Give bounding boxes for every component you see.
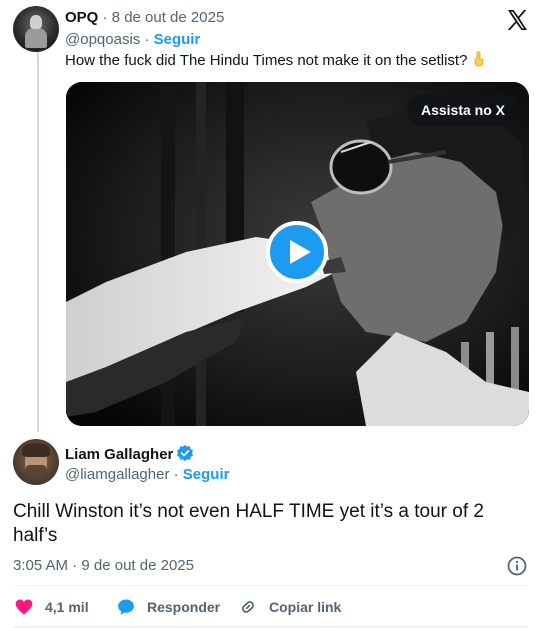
quoted-handle[interactable]: @opqoasis · (65, 31, 149, 48)
reply-label: Responder (147, 599, 221, 615)
quoted-tweet-header: OPQ · 8 de out de 2025 (65, 9, 224, 27)
like-count: 4,1 mil (45, 599, 89, 615)
reply-button[interactable]: Responder (116, 596, 220, 618)
quoted-display-name[interactable]: OPQ (65, 9, 98, 26)
reply-follow-link[interactable]: Seguir (183, 466, 230, 483)
reply-bubble-icon (118, 599, 134, 615)
reply-display-name[interactable]: Liam Gallagher (65, 446, 173, 463)
reply-handle-row: @liamgallagher · Seguir (65, 466, 229, 484)
reply-tweet-text: Chill Winston it’s not even HALF TIME ye… (13, 501, 484, 546)
actions-divider (13, 585, 528, 586)
quoted-date[interactable]: · 8 de out de 2025 (103, 9, 225, 26)
opq-avatar[interactable] (13, 6, 59, 52)
quoted-tweet-body: How the fuck did The Hindu Times not mak… (65, 52, 468, 69)
verified-badge-icon (177, 444, 194, 462)
heart-icon (15, 599, 33, 615)
watch-on-x-button[interactable]: Assista no X (406, 94, 519, 126)
x-logo-icon[interactable] (505, 8, 529, 32)
reply-name-row: Liam Gallagher (65, 444, 194, 464)
video-player[interactable]: Assista no X (66, 82, 529, 426)
pointing-down-hand-icon (475, 51, 484, 67)
copy-link-label: Copiar link (269, 599, 342, 615)
like-button[interactable]: 4,1 mil (14, 596, 89, 618)
reply-timestamp[interactable]: 3:05 AM · 9 de out de 2025 (13, 557, 194, 575)
quoted-tweet-text: How the fuck did The Hindu Times not mak… (65, 51, 487, 71)
info-icon[interactable] (506, 555, 528, 577)
quoted-handle-row: @opqoasis · Seguir (65, 31, 200, 49)
link-icon (242, 601, 254, 613)
thread-connector-line (37, 52, 39, 432)
copy-link-button[interactable]: Copiar link (238, 596, 341, 618)
liam-gallagher-avatar[interactable] (13, 439, 59, 485)
reply-handle[interactable]: @liamgallagher · (65, 466, 179, 483)
play-icon (290, 240, 311, 264)
embedded-tweet-card: OPQ · 8 de out de 2025 @opqoasis · Segui… (0, 0, 543, 628)
quoted-follow-link[interactable]: Seguir (154, 31, 201, 48)
play-button[interactable] (266, 221, 328, 283)
